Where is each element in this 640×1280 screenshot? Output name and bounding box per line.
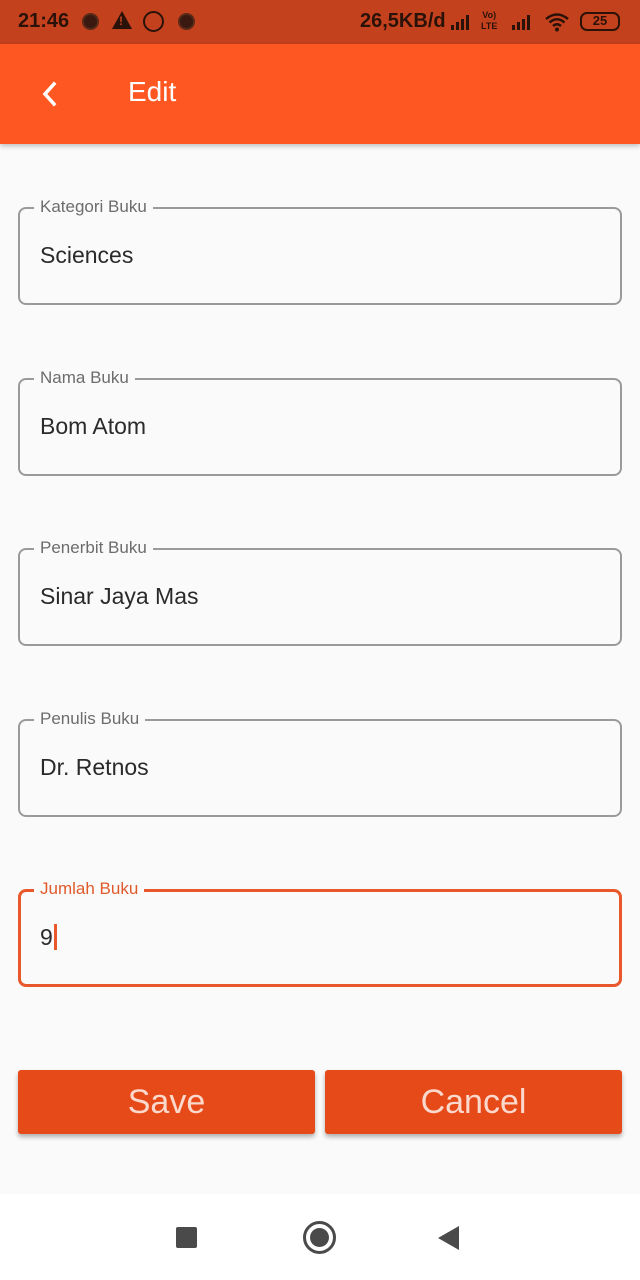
lte-label: LTE [481, 21, 498, 31]
app-bar: Edit [0, 44, 640, 144]
home-icon[interactable] [303, 1221, 336, 1254]
text-cursor [53, 924, 57, 950]
status-time: 21:46 [18, 10, 70, 32]
notification-icon [82, 13, 99, 30]
field-label: Nama Buku [34, 368, 135, 388]
whatsapp-icon [143, 11, 164, 32]
system-nav-bar [0, 1194, 640, 1280]
volte-icon: Vo) LTE [481, 10, 497, 32]
battery-icon: 25 [580, 12, 620, 31]
network-speed: 26,5KB/d [360, 10, 446, 32]
jumlah-buku-field[interactable]: Jumlah Buku 9 [18, 879, 622, 987]
field-label: Jumlah Buku [34, 879, 145, 899]
field-value[interactable]: 9 [40, 923, 57, 951]
signal-icon [451, 14, 469, 30]
field-value[interactable]: Sciences [40, 241, 133, 269]
signal-icon [512, 14, 530, 30]
warning-icon [112, 11, 132, 29]
kategori-buku-field[interactable]: Kategori Buku Sciences [18, 197, 622, 305]
nama-buku-field[interactable]: Nama Buku Bom Atom [18, 368, 622, 476]
back-icon[interactable] [438, 1226, 459, 1250]
field-label: Penerbit Buku [34, 538, 153, 558]
volte-label: Vo) [482, 10, 497, 20]
recent-apps-icon[interactable] [176, 1227, 197, 1248]
field-label: Penulis Buku [34, 709, 146, 729]
field-value-text: 9 [40, 924, 53, 950]
wifi-icon [545, 13, 569, 32]
field-label: Kategori Buku [34, 197, 153, 217]
back-button[interactable] [30, 74, 70, 114]
cancel-button[interactable]: Cancel [325, 1070, 622, 1134]
battery-level: 25 [592, 13, 608, 28]
page-title: Edit [128, 76, 177, 107]
status-bar: 21:46 26,5KB/d Vo) LTE 25 [0, 0, 640, 44]
penulis-buku-field[interactable]: Penulis Buku Dr. Retnos [18, 709, 622, 817]
field-value[interactable]: Sinar Jaya Mas [40, 582, 199, 610]
field-value[interactable]: Bom Atom [40, 412, 146, 440]
penerbit-buku-field[interactable]: Penerbit Buku Sinar Jaya Mas [18, 538, 622, 646]
save-button[interactable]: Save [18, 1070, 315, 1134]
notification-icon [178, 13, 195, 30]
chevron-left-icon [42, 81, 57, 107]
field-value[interactable]: Dr. Retnos [40, 753, 149, 781]
